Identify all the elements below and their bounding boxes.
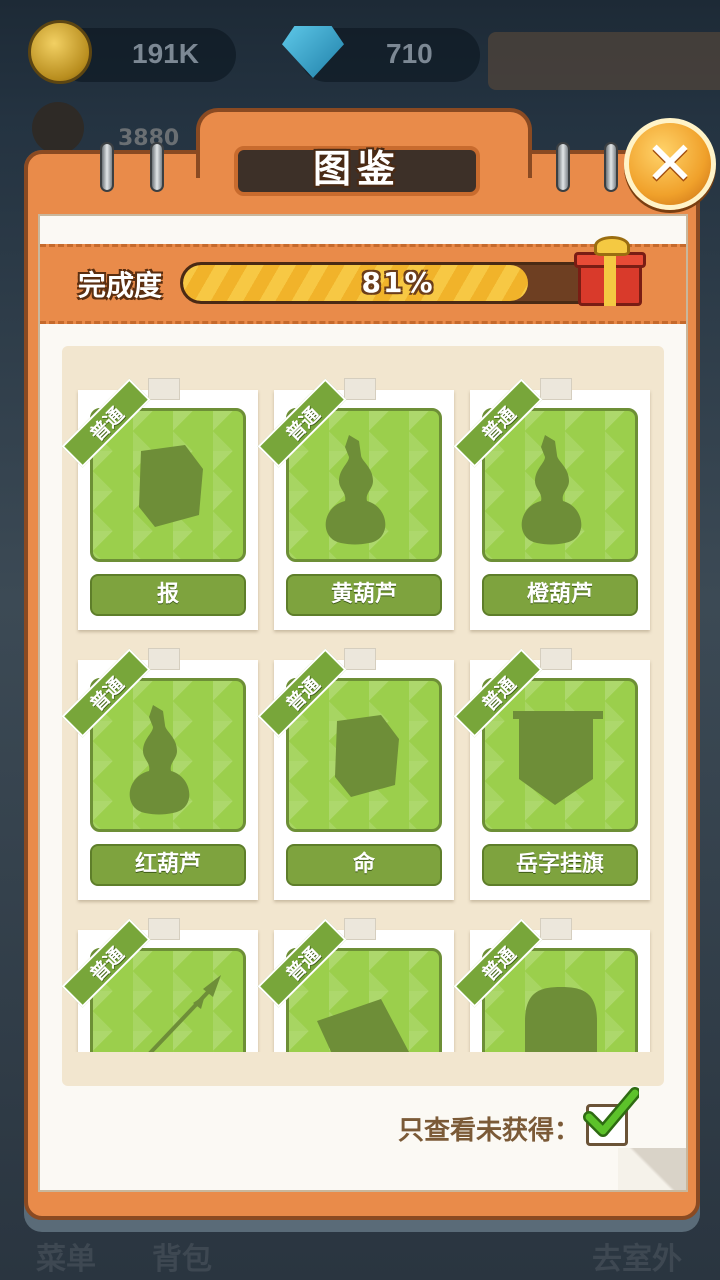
close-button[interactable]: ✕ — [624, 118, 716, 210]
paper-clip-icon — [344, 378, 376, 400]
collection-card[interactable]: 普通 红葫芦 — [62, 648, 258, 900]
collection-card[interactable]: 普通 橙葫芦 — [453, 378, 650, 630]
paper-clip-icon — [148, 378, 180, 400]
paper-clip-icon — [540, 918, 572, 940]
card-name: 岳字挂旗 — [482, 844, 638, 886]
binder-ring-icon — [100, 142, 114, 192]
collection-card[interactable]: 普通 — [257, 918, 454, 1052]
paper-clip-icon — [540, 378, 572, 400]
paper-clip-icon — [148, 918, 180, 940]
paper-clip-icon — [540, 648, 572, 670]
binder-ring-icon — [604, 142, 618, 192]
completion-label: 完成度 — [78, 269, 163, 302]
unobtained-filter-checkbox[interactable] — [583, 1087, 639, 1146]
unobtained-filter-label: 只查看未获得： — [398, 1116, 581, 1146]
binder-ring-icon — [556, 142, 570, 192]
binder-ring-icon — [150, 142, 164, 192]
bag-button[interactable]: 背包 — [152, 1234, 212, 1278]
player-score: 3880 — [118, 126, 180, 151]
dialog-title: 图鉴 — [312, 147, 401, 191]
top-hud: 191K 710 — [0, 20, 720, 90]
gift-box-icon[interactable] — [574, 236, 648, 308]
collection-card[interactable]: 普通命 — [257, 648, 454, 900]
gem-amount: 710 — [386, 38, 433, 69]
card-name: 红葫芦 — [90, 844, 246, 886]
collection-card[interactable]: 普通 黄葫芦 — [257, 378, 454, 630]
menu-button[interactable]: 菜单 — [36, 1234, 96, 1278]
outdoor-button[interactable]: 去室外 — [592, 1234, 682, 1278]
card-name: 黄葫芦 — [286, 574, 442, 616]
top-right-plank — [488, 32, 720, 90]
card-name: 报 — [90, 574, 246, 616]
paper-clip-icon — [344, 918, 376, 940]
paper-clip-icon — [148, 648, 180, 670]
coin-amount: 191K — [132, 38, 199, 69]
collection-card[interactable]: 普通报 — [62, 378, 258, 630]
player-avatar-icon — [32, 102, 84, 154]
collection-card[interactable]: 普通 岳字挂旗 — [453, 648, 650, 900]
collection-card[interactable]: 普通 — [62, 918, 258, 1052]
gold-coin-icon — [28, 20, 92, 84]
collection-grid[interactable]: 普通报普通 黄葫芦 普通 橙葫芦 普通 红葫芦 普通命普通 岳字挂旗 普通 普通 普通 — [62, 370, 664, 1052]
collection-card[interactable]: 普通 — [453, 918, 650, 1052]
checkmark-icon — [583, 1087, 639, 1137]
paper-clip-icon — [344, 648, 376, 670]
page-curl — [618, 1148, 686, 1190]
card-name: 命 — [286, 844, 442, 886]
completion-percent: 81% — [361, 266, 435, 299]
close-x-icon: ✕ — [644, 129, 696, 199]
card-name: 橙葫芦 — [482, 574, 638, 616]
